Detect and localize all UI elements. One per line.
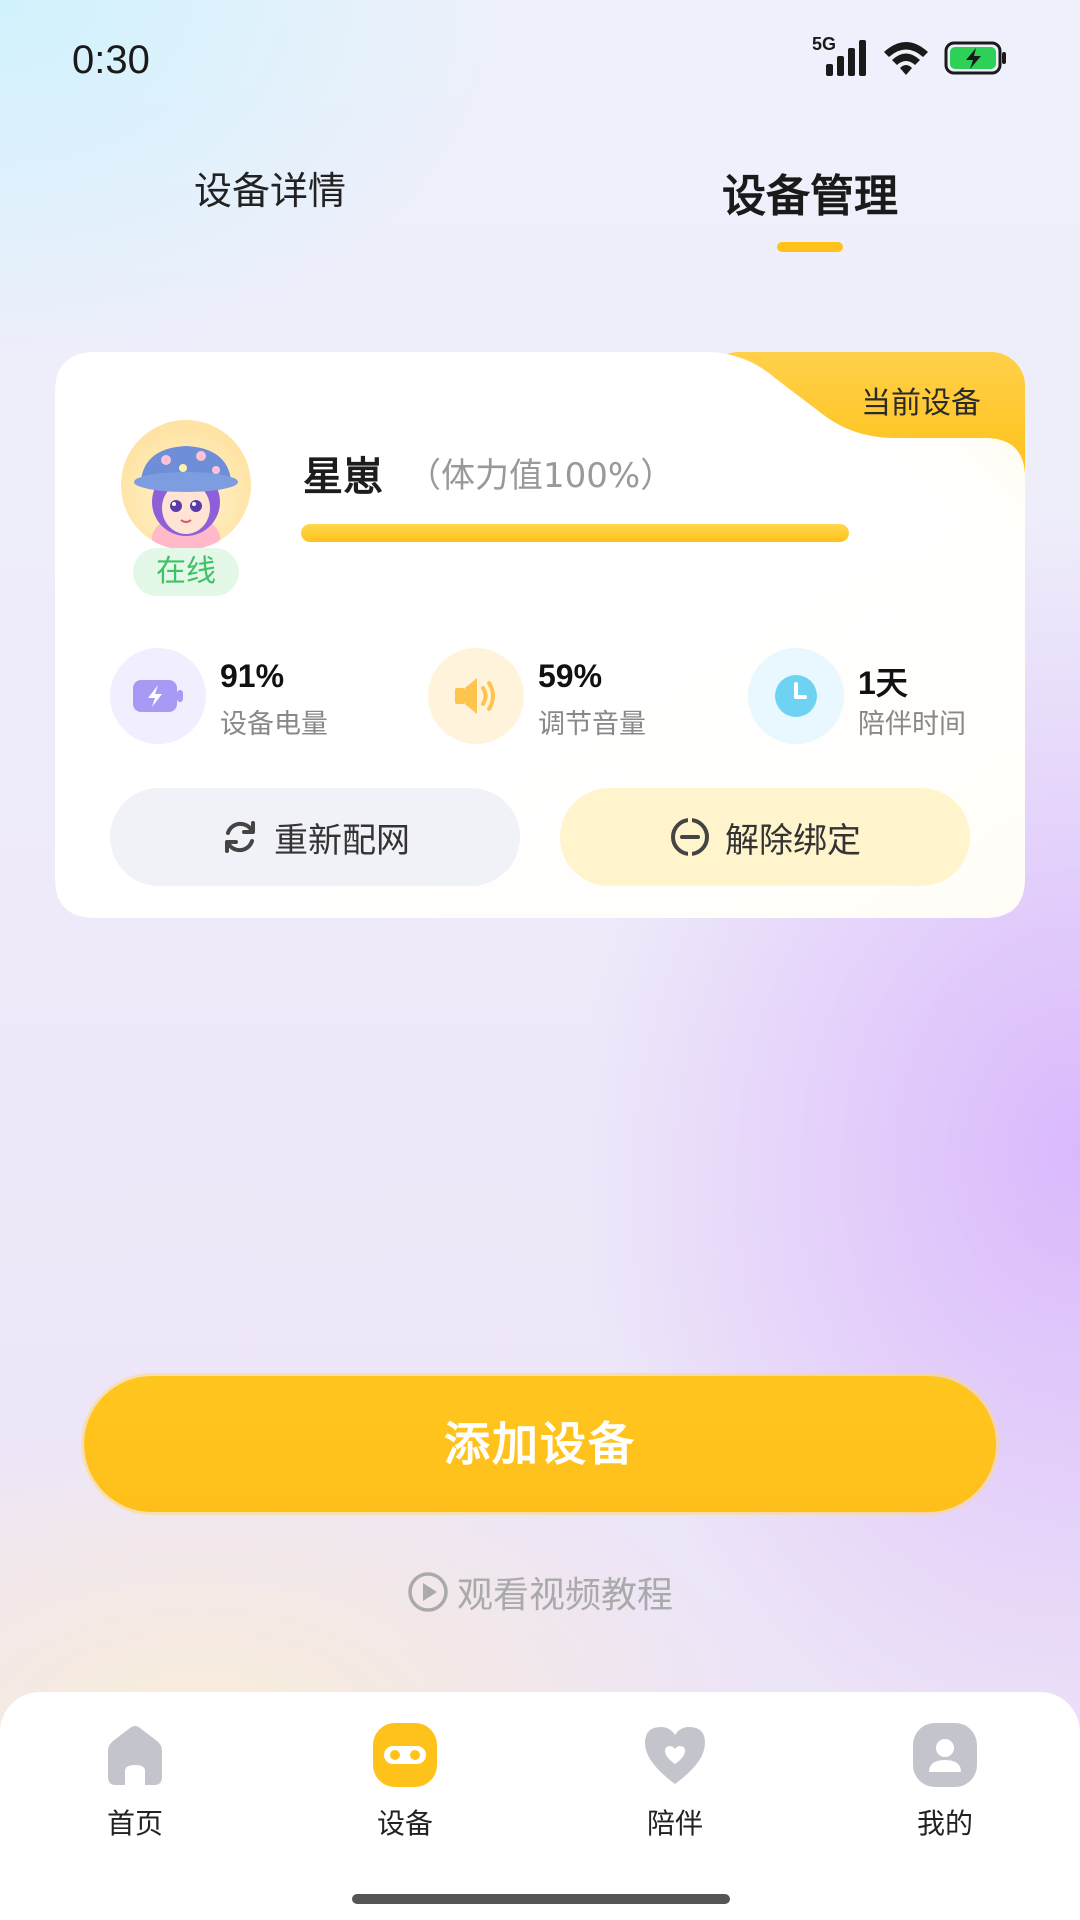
- add-device-button[interactable]: 添加设备: [84, 1376, 996, 1512]
- unlink-icon: [671, 816, 709, 858]
- unbind-button[interactable]: 解除绑定: [560, 788, 970, 886]
- volume-label: 调节音量: [538, 709, 646, 740]
- stat-battery: 91% 设备电量: [110, 648, 370, 748]
- stamina-progress-bar: [301, 524, 849, 542]
- stamina-progress-fill: [301, 524, 849, 542]
- battery-value: 91%: [220, 658, 285, 694]
- play-circle-icon: [408, 1572, 448, 1612]
- device-icon: [372, 1722, 438, 1788]
- tab-device-management[interactable]: 设备管理: [700, 160, 920, 224]
- companion-time-label: 陪伴时间: [858, 709, 966, 740]
- bottom-navigation: 首页 设备 陪伴 我的: [0, 1692, 1080, 1920]
- nav-device-label: 设备: [376, 1807, 433, 1840]
- home-indicator: [352, 1894, 730, 1904]
- speaker-icon: [428, 648, 524, 744]
- video-tutorial-label: 观看视频教程: [456, 1575, 673, 1616]
- status-bar: 0:30 5G: [0, 0, 1080, 120]
- status-icons: 5G: [812, 34, 1008, 78]
- nav-companion[interactable]: 陪伴: [605, 1722, 745, 1852]
- nav-home-label: 首页: [106, 1807, 163, 1840]
- wifi-icon: [884, 42, 928, 75]
- refresh-icon: [225, 821, 255, 853]
- nav-device[interactable]: 设备: [335, 1722, 475, 1852]
- nav-home[interactable]: 首页: [65, 1722, 205, 1852]
- profile-icon: [912, 1722, 978, 1788]
- home-icon: [102, 1722, 168, 1788]
- battery-icon: [110, 648, 206, 744]
- nav-mine[interactable]: 我的: [875, 1722, 1015, 1852]
- top-tabs: 设备详情 设备管理: [0, 160, 1080, 260]
- device-avatar: [121, 420, 251, 550]
- online-status-badge: 在线: [133, 548, 239, 596]
- stat-volume[interactable]: 59% 调节音量: [428, 648, 688, 748]
- tab-device-details[interactable]: 设备详情: [170, 160, 370, 215]
- active-tab-indicator: [777, 242, 843, 252]
- device-name: 星崽: [303, 454, 383, 500]
- repair-network-button[interactable]: 重新配网: [110, 788, 520, 886]
- cellular-signal-icon: 5G: [812, 34, 868, 78]
- device-card-body: 在线 星崽 （体力值100%） 91% 设备电量 59% 调节音量 1天 陪伴时…: [55, 352, 1025, 918]
- battery-label: 设备电量: [220, 709, 328, 740]
- volume-value: 59%: [538, 658, 603, 694]
- video-tutorial-link[interactable]: 观看视频教程: [0, 1566, 1080, 1618]
- repair-network-label: 重新配网: [274, 820, 410, 861]
- stat-companion-time: 1天 陪伴时间: [748, 648, 1008, 748]
- status-time: 0:30: [72, 38, 150, 82]
- companion-time-value: 1天: [858, 665, 908, 701]
- heart-icon: [642, 1722, 708, 1788]
- device-card: 当前设备 在线 星崽 （体力值100%） 91% 设备电量 59% 调节音量 1…: [55, 352, 1025, 918]
- battery-charging-icon: [944, 41, 1006, 75]
- nav-mine-label: 我的: [916, 1807, 973, 1840]
- unbind-label: 解除绑定: [725, 820, 861, 861]
- device-stamina-text: （体力值100%）: [407, 456, 675, 496]
- nav-companion-label: 陪伴: [646, 1807, 703, 1840]
- clock-icon: [748, 648, 844, 744]
